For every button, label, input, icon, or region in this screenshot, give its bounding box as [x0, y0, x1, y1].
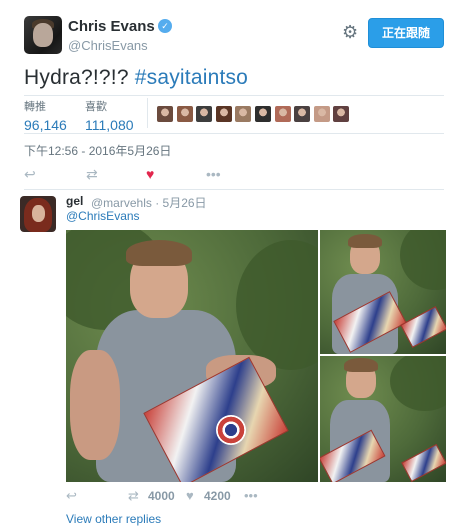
- author-avatar[interactable]: [24, 16, 62, 54]
- reply-like-count[interactable]: 4200: [204, 489, 231, 503]
- tweet-actions: ↩ ⇄ ♥ •••: [24, 166, 444, 184]
- tweet-timestamp[interactable]: 下午12:56 - 2016年5月26日: [24, 142, 171, 159]
- retweets-count[interactable]: 96,146: [24, 117, 67, 133]
- reply-mention-link[interactable]: @ChrisEvans: [66, 209, 140, 223]
- retweets-stat[interactable]: 轉推 96,146: [24, 98, 67, 133]
- more-icon[interactable]: •••: [206, 166, 221, 182]
- reply-icon[interactable]: ↩: [66, 488, 77, 504]
- reply-retweet-count[interactable]: 4000: [148, 489, 175, 503]
- more-icon[interactable]: •••: [244, 488, 258, 503]
- liker-avatar[interactable]: [333, 106, 350, 122]
- verified-badge-icon: ✓: [158, 19, 172, 33]
- liker-avatar[interactable]: [176, 106, 193, 122]
- liker-avatar[interactable]: [313, 106, 330, 122]
- reply-image-bottom-right[interactable]: [320, 356, 446, 482]
- author-handle[interactable]: @ChrisEvans: [68, 38, 148, 53]
- liker-avatar[interactable]: [157, 106, 173, 122]
- retweet-icon[interactable]: ⇄: [128, 488, 139, 504]
- reply-tweet: gel @marvehls · 5月26日 @ChrisEvans ↩ ⇄ 40…: [20, 192, 448, 522]
- likes-label: 喜歡: [85, 101, 107, 113]
- gear-icon[interactable]: ⚙: [342, 22, 358, 43]
- divider: [24, 95, 444, 96]
- liker-avatar[interactable]: [294, 106, 311, 122]
- retweet-icon[interactable]: ⇄: [86, 166, 98, 183]
- tweet-text: Hydra?!?!? #sayitaintso: [24, 66, 248, 90]
- liker-avatar[interactable]: [255, 106, 271, 122]
- reply-actions: ↩ ⇄ 4000 ♥ 4200 •••: [66, 488, 366, 506]
- liker-avatar[interactable]: [274, 106, 291, 122]
- reply-author-name[interactable]: gel: [66, 194, 83, 208]
- likes-count[interactable]: 111,080: [85, 117, 134, 133]
- retweets-label: 轉推: [24, 101, 46, 113]
- liker-avatar[interactable]: [235, 106, 252, 122]
- following-button[interactable]: 正在跟随: [368, 18, 444, 48]
- tweet-header: Chris Evans ✓ @ChrisEvans ⚙ 正在跟随: [24, 14, 444, 58]
- tweet-text-body: Hydra?!?!?: [24, 66, 135, 89]
- hashtag-link[interactable]: #sayitaintso: [135, 66, 248, 89]
- reply-icon[interactable]: ↩: [24, 166, 36, 183]
- divider: [24, 133, 444, 134]
- heart-icon[interactable]: ♥: [146, 166, 154, 182]
- reply-image-large[interactable]: [66, 230, 318, 482]
- liker-avatar[interactable]: [196, 106, 213, 122]
- stats-separator: [147, 98, 148, 128]
- view-other-replies-link[interactable]: View other replies: [66, 512, 161, 526]
- liker-avatar[interactable]: [215, 106, 232, 122]
- reply-image-top-right[interactable]: [320, 230, 446, 354]
- author-name[interactable]: Chris Evans: [68, 18, 155, 35]
- heart-icon[interactable]: ♥: [186, 488, 194, 503]
- reply-avatar[interactable]: [20, 196, 56, 232]
- divider: [24, 189, 444, 190]
- likes-stat[interactable]: 喜歡 111,080: [85, 98, 134, 133]
